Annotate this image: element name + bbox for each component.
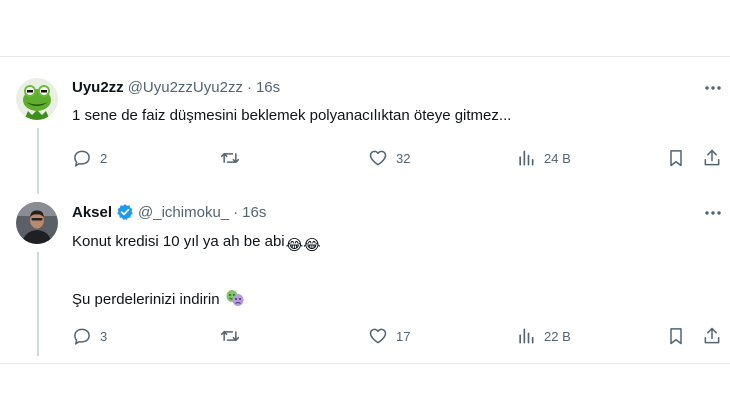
views-button[interactable]: 24 B (516, 146, 571, 170)
person-avatar[interactable] (16, 202, 58, 244)
heart-icon (369, 328, 387, 344)
tweet-actions: 2 32 24 B (72, 146, 722, 170)
more-options-icon[interactable] (703, 203, 723, 223)
share-button[interactable] (702, 146, 722, 170)
user-handle[interactable]: @Uyu2zzUyu2zz (128, 79, 243, 96)
user-handle[interactable]: @_ichimoku_ (138, 204, 229, 221)
verified-badge-icon (116, 203, 134, 221)
bottom-divider (0, 363, 730, 364)
reply-button[interactable]: 2 (72, 146, 107, 170)
heart-icon (369, 150, 387, 166)
laughing-emoji-icon: 😂😂 (285, 237, 321, 254)
share-button[interactable] (702, 324, 722, 348)
display-name[interactable]: Aksel (72, 204, 112, 221)
bookmark-button[interactable] (666, 146, 686, 170)
timestamp[interactable]: 16s (256, 79, 280, 96)
more-options-icon[interactable] (703, 78, 723, 98)
bookmark-icon (670, 150, 682, 167)
retweet-button[interactable] (220, 146, 248, 170)
like-button[interactable]: 17 (368, 324, 410, 348)
reply-count: 3 (100, 328, 108, 344)
views-button[interactable]: 22 B (516, 324, 571, 348)
thread-connector (37, 252, 39, 356)
reply-icon (74, 328, 90, 345)
retweet-icon (220, 153, 240, 163)
share-icon (704, 327, 720, 344)
tweet-text-line: Konut kredisi 10 yıl ya ah be abi😂😂 (72, 232, 321, 256)
like-count: 17 (396, 328, 411, 344)
share-icon (704, 149, 720, 166)
view-count: 24 B (544, 150, 571, 166)
kermit-avatar[interactable] (16, 78, 58, 120)
tweet-header: Aksel @_ichimoku_ · 16s (72, 202, 266, 222)
retweet-icon (220, 331, 240, 341)
views-chart-icon (519, 150, 534, 166)
tweet-text: Konut kredisi 10 yıl ya ah be abi (72, 233, 285, 250)
tweet-actions: 3 17 22 B (72, 324, 722, 348)
bookmark-button[interactable] (666, 324, 686, 348)
reply-button[interactable]: 3 (72, 324, 107, 348)
display-name[interactable]: Uyu2zz (72, 79, 124, 96)
top-divider (0, 56, 730, 57)
tweet-text: 1 sene de faiz düşmesini beklemek polyan… (72, 107, 512, 124)
reply-icon (74, 150, 90, 167)
like-button[interactable]: 32 (368, 146, 410, 170)
separator-dot: · (246, 78, 252, 96)
tweet-text: Şu perdelerinizi indirin (72, 291, 220, 308)
retweet-button[interactable] (220, 324, 248, 348)
reply-count: 2 (100, 150, 108, 166)
theater-masks-emoji-icon (225, 288, 245, 314)
view-count: 22 B (544, 328, 571, 344)
tweet-header: Uyu2zz @Uyu2zzUyu2zz · 16s (72, 77, 280, 97)
timestamp[interactable]: 16s (242, 204, 266, 221)
views-chart-icon (519, 328, 534, 344)
bookmark-icon (670, 328, 682, 345)
thread-connector (37, 128, 39, 194)
like-count: 32 (396, 150, 411, 166)
tweet-text-line: Şu perdelerinizi indirin (72, 288, 245, 314)
separator-dot: · (233, 203, 239, 221)
